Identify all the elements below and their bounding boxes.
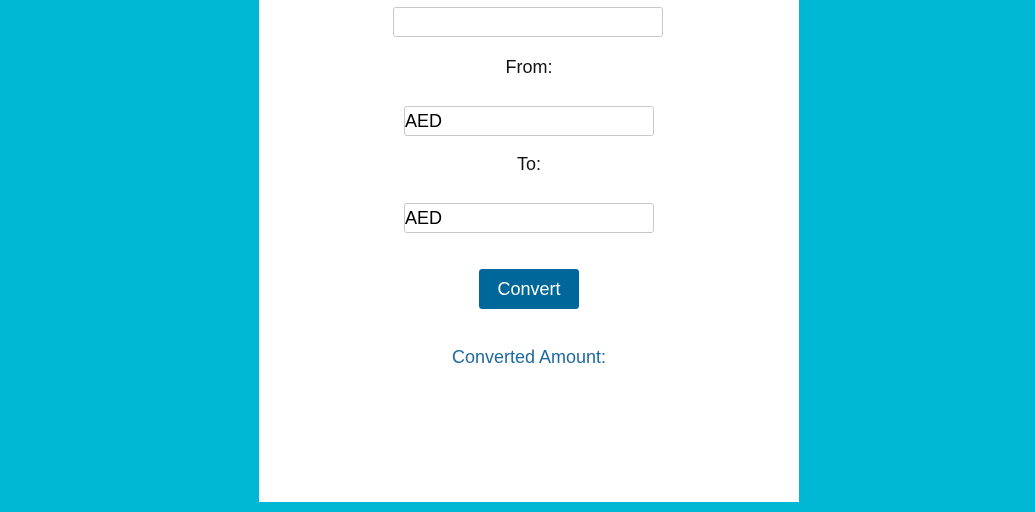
converted-amount-label: Converted Amount: bbox=[451, 347, 607, 367]
from-currency-select[interactable]: AED bbox=[404, 106, 654, 136]
amount-input[interactable] bbox=[393, 7, 663, 37]
converter-panel: From: AED To: AED Convert Converted Amou… bbox=[259, 0, 799, 502]
to-label: To: bbox=[516, 154, 541, 174]
to-currency-select[interactable]: AED bbox=[404, 203, 654, 233]
from-label: From: bbox=[505, 57, 553, 77]
convert-button[interactable]: Convert bbox=[479, 269, 579, 309]
